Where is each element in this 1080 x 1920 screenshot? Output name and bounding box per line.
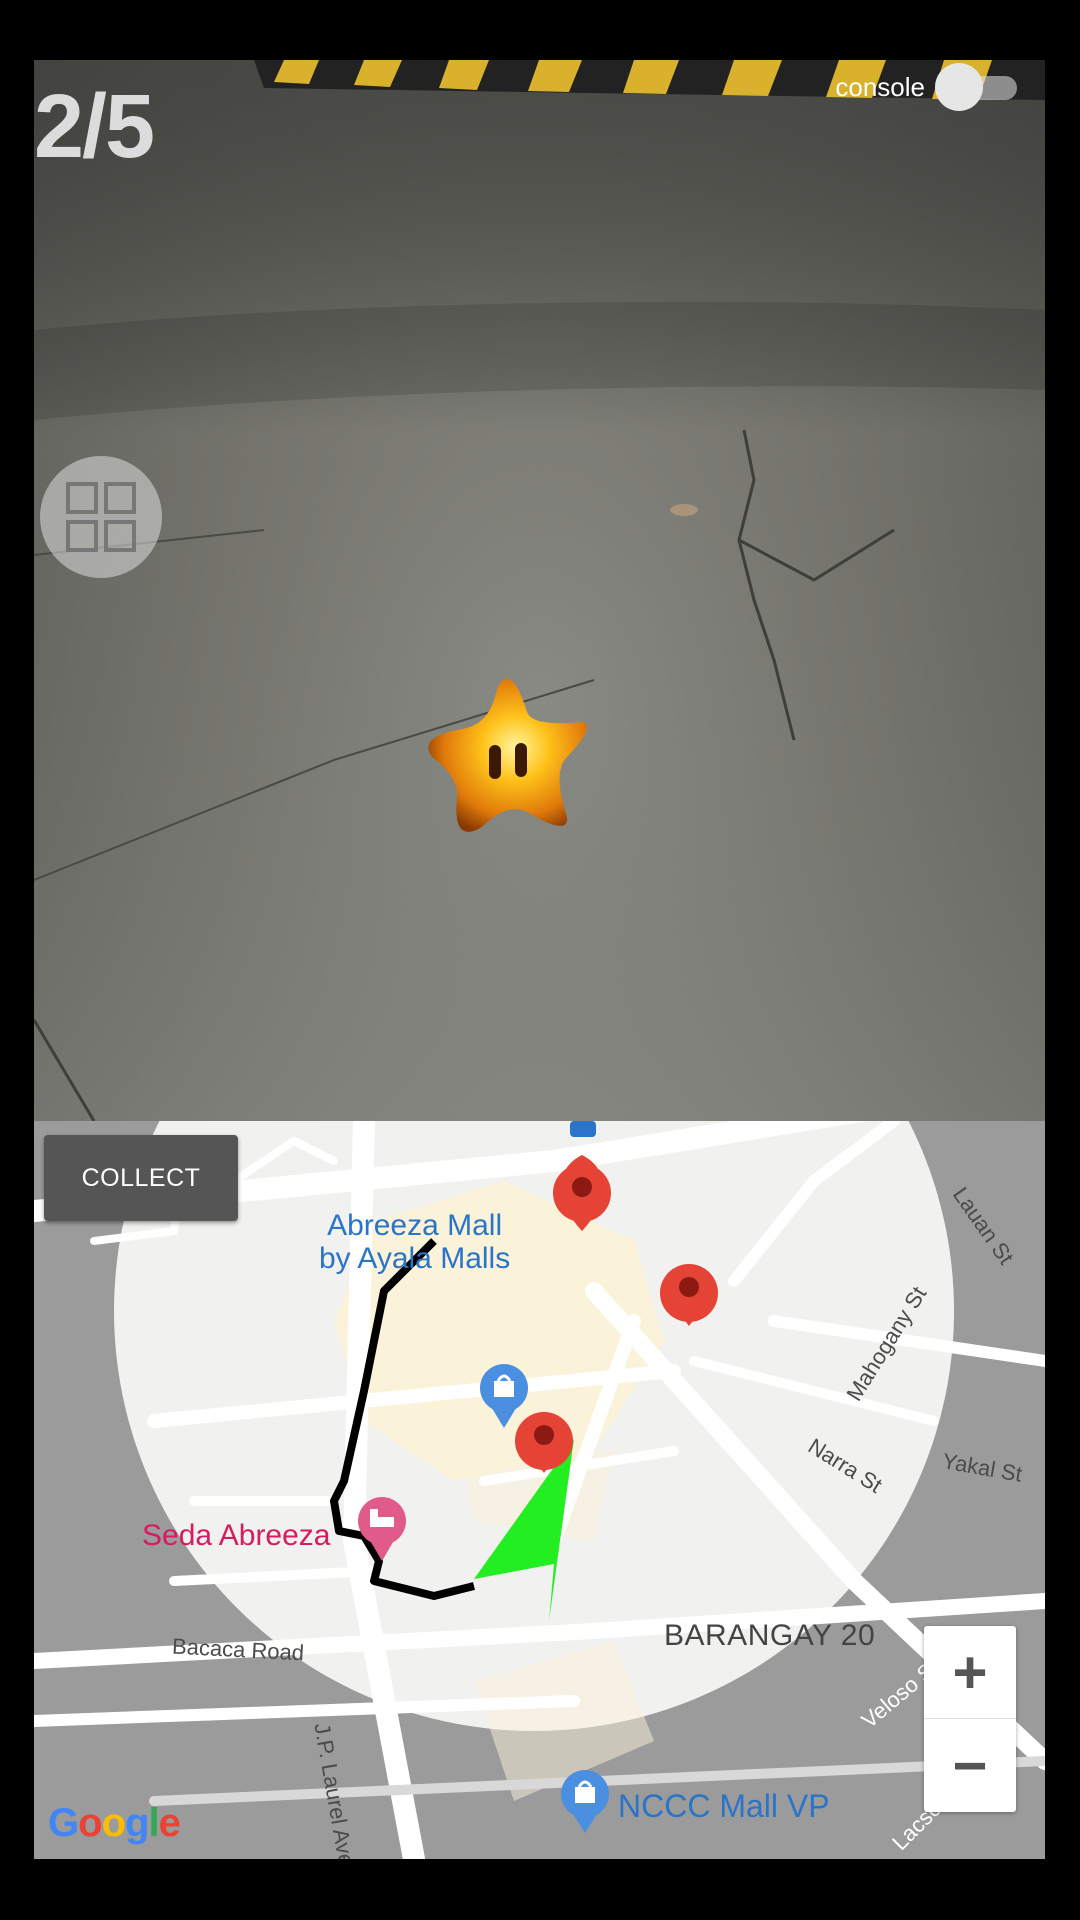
place-label-nccc[interactable]: NCCC Mall VP [618, 1788, 830, 1824]
place-label-line: by Ayala Malls [319, 1242, 511, 1275]
zoom-out-button[interactable]: − [924, 1719, 1016, 1811]
zoom-controls: + − [924, 1626, 1016, 1812]
grid-icon [66, 482, 136, 552]
place-label-line: Abreeza Mall [327, 1209, 503, 1242]
console-toggle-label: console [835, 71, 925, 102]
progress-counter: 2/5 [34, 77, 155, 177]
map-canvas [34, 1121, 1045, 1859]
collect-button[interactable]: COLLECT [44, 1135, 238, 1221]
google-logo[interactable]: Google [48, 1801, 181, 1846]
zoom-in-button[interactable]: + [924, 1626, 1016, 1719]
pavement-background [34, 60, 1045, 1121]
place-label-seda[interactable]: Seda Abreeza [142, 1519, 330, 1553]
switch-thumb [935, 63, 983, 111]
grid-menu-button[interactable] [40, 456, 162, 578]
shopping-bag-pin-icon [561, 1770, 609, 1833]
game-screen: 2/5 console Abreeza Mall by Ayala Malls … [34, 60, 1045, 1859]
console-switch[interactable] [935, 63, 1017, 111]
place-label-abreeza[interactable]: Abreeza Mall by Ayala Malls [319, 1209, 510, 1275]
ar-camera-view: 2/5 console [34, 60, 1045, 1121]
star-collectible-icon[interactable] [417, 667, 597, 847]
map-view[interactable]: Abreeza Mall by Ayala Malls Seda Abreeza… [34, 1121, 1045, 1859]
console-toggle[interactable]: console [835, 63, 1017, 111]
district-label: BARANGAY 20 [664, 1619, 876, 1652]
